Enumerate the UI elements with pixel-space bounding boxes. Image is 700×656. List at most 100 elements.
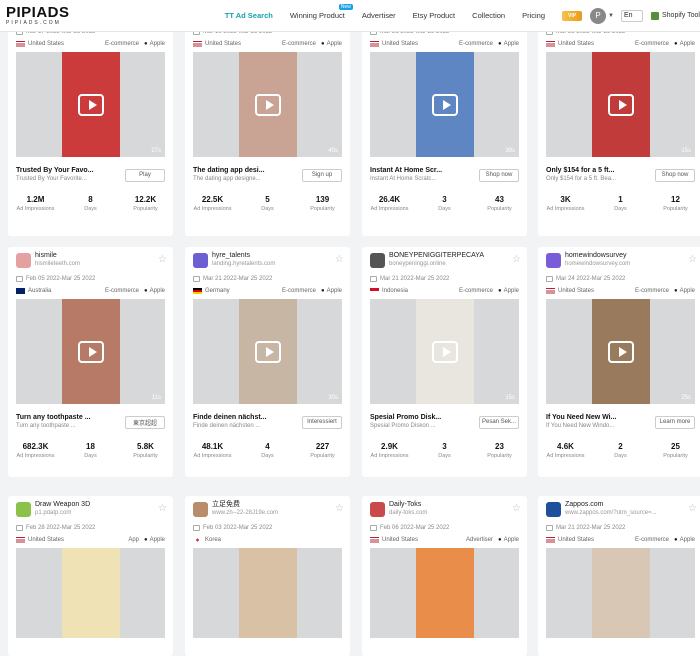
advertiser-header[interactable]: hismile hismileteeth.com ☆	[8, 247, 173, 273]
meta-row: United States E-commerce ● Apple	[538, 38, 700, 49]
nav-advertiser[interactable]: Advertiser	[362, 11, 396, 20]
stat-value: 3K	[560, 195, 571, 204]
advertiser-info: Draw Weapon 3D p1.pdatp.com	[35, 501, 135, 517]
platform-name: Apple	[149, 287, 165, 294]
user-avatar[interactable]: P	[590, 7, 607, 24]
apple-icon: ●	[144, 40, 148, 47]
ad-caption-row: The dating app desi... The dating app des…	[185, 157, 350, 187]
cta-button[interactable]: Shop now	[479, 168, 519, 182]
ad-card[interactable]: Mar 25 2022-Mar 25 2022 United States E-co…	[538, 6, 700, 236]
nav-etsy-product[interactable]: Etsy Product	[413, 11, 456, 20]
play-icon[interactable]	[254, 340, 281, 363]
ad-card[interactable]: hyre_talents landing.hyretalents.com ☆ Mar …	[185, 247, 350, 477]
shopify-bag-icon	[650, 11, 659, 20]
play-icon[interactable]	[77, 93, 104, 116]
meta-row: United States E-commerce ● Apple	[362, 38, 527, 49]
pipiads-logo[interactable]: PIPIADS PIPIADS.COM	[6, 5, 93, 26]
video-thumbnail[interactable]: 25s	[546, 299, 695, 404]
ad-card[interactable]: BONEYPENIGGITERPECAYA boneypeninggi.onlin…	[362, 247, 527, 477]
advertiser-header[interactable]: hyre_talents landing.hyretalents.com ☆	[185, 247, 350, 273]
shopify-tool-link[interactable]: Shopify Tool	[650, 11, 700, 20]
stat-popularity: 12.2K Popularity	[118, 195, 173, 223]
ad-card[interactable]: Draw Weapon 3D p1.pdatp.com ☆ Feb 28 2022-M…	[8, 496, 173, 656]
ad-card[interactable]: 立足免费 www.zh--22-28J19e.com ☆ Feb 03 2022-Ma…	[185, 496, 350, 656]
play-icon[interactable]	[254, 93, 281, 116]
ad-stats: 2.9K Ad Impressions 3 Days 23 Popularity	[362, 434, 527, 470]
favorite-star-icon[interactable]: ☆	[512, 254, 521, 265]
stat-popularity: 23 Popularity	[472, 442, 527, 470]
platform-name: Apple	[679, 40, 695, 47]
video-frame	[415, 548, 474, 638]
play-icon[interactable]	[77, 340, 104, 363]
video-thumbnail[interactable]: 15s	[370, 299, 519, 404]
favorite-star-icon[interactable]: ☆	[688, 254, 697, 265]
ad-card[interactable]: homewindowsurvey homewindowsurvey.com ☆ Mar…	[538, 247, 700, 477]
country-flag-icon	[370, 40, 379, 47]
advertiser-header[interactable]: homewindowsurvey homewindowsurvey.com ☆	[538, 247, 700, 273]
language-select[interactable]: En	[620, 9, 643, 22]
advertiser-domain: homewindowsurvey.com	[565, 261, 631, 267]
nav-tt-ad-search[interactable]: TT Ad Search	[225, 11, 273, 20]
apple-icon: ●	[321, 287, 325, 294]
favorite-star-icon[interactable]: ☆	[158, 503, 167, 514]
video-thumbnail[interactable]	[546, 548, 695, 638]
video-thumbnail[interactable]: 39s	[370, 52, 519, 157]
play-icon[interactable]	[431, 93, 458, 116]
favorite-star-icon[interactable]: ☆	[335, 503, 344, 514]
cta-button[interactable]: Learn more	[655, 415, 695, 429]
advertiser-header[interactable]: Zappos.com www.zappos.com/?utm_source=...…	[538, 496, 700, 522]
ad-card[interactable]: Mar 21 2022-Mar 25 2022 United States E-co…	[362, 6, 527, 236]
video-thumbnail[interactable]: 27s	[16, 52, 165, 157]
apple-icon: ●	[498, 287, 502, 294]
ad-card[interactable]: hismile hismileteeth.com ☆ Feb 05 2022-Mar …	[8, 247, 173, 477]
video-thumbnail[interactable]	[16, 548, 165, 638]
advertiser-header[interactable]: Draw Weapon 3D p1.pdatp.com ☆	[8, 496, 173, 522]
calendar-icon	[193, 525, 200, 531]
video-frame	[61, 548, 120, 638]
advertiser-info: BONEYPENIGGITERPECAYA boneypeninggi.onlin…	[389, 252, 489, 268]
cta-button[interactable]: Pesan Sek...	[479, 415, 519, 429]
nav-pricing[interactable]: Pricing	[522, 11, 545, 20]
ad-type: E-commerce	[635, 536, 670, 543]
advertiser-header[interactable]: 立足免费 www.zh--22-28J19e.com ☆	[185, 496, 350, 522]
apple-icon: ●	[144, 536, 148, 543]
nav-winning-product[interactable]: Winning Product New	[290, 4, 353, 20]
platform-name: Apple	[503, 536, 519, 543]
favorite-star-icon[interactable]: ☆	[688, 503, 697, 514]
video-thumbnail[interactable]	[193, 548, 342, 638]
date-range: Mar 21 2022-Mar 25 2022	[362, 273, 527, 285]
ad-caption-row: Only $154 for a 5 ft... Only $154 for a 5…	[538, 157, 700, 187]
advertiser-header[interactable]: Daily-Toks daily-toks.com ☆	[362, 496, 527, 522]
play-icon[interactable]	[431, 340, 458, 363]
favorite-star-icon[interactable]: ☆	[512, 503, 521, 514]
date-range: Feb 06 2022-Mar 25 2022	[362, 522, 527, 534]
stat-value: 5.8K	[137, 442, 154, 451]
ad-card[interactable]: Mar 17 2022-Mar 25 2022 United States E-co…	[8, 6, 173, 236]
cta-button[interactable]: Interessiert	[302, 415, 342, 429]
video-thumbnail[interactable]: 30s	[193, 299, 342, 404]
cta-button[interactable]: Shop now	[655, 168, 695, 182]
video-duration: 15s	[681, 148, 691, 154]
favorite-star-icon[interactable]: ☆	[158, 254, 167, 265]
video-thumbnail[interactable]: 11s	[16, 299, 165, 404]
stat-popularity: 25 Popularity	[648, 442, 700, 470]
meta-row: Germany E-commerce ● Apple	[185, 285, 350, 296]
advertiser-header[interactable]: BONEYPENIGGITERPECAYA boneypeninggi.onlin…	[362, 247, 527, 273]
ad-card[interactable]: Mar 16 2022-Mar 25 2022 United States E-co…	[185, 6, 350, 236]
video-thumbnail[interactable]: 15s	[546, 52, 695, 157]
video-thumbnail[interactable]: 40s	[193, 52, 342, 157]
ad-card[interactable]: Zappos.com www.zappos.com/?utm_source=...…	[538, 496, 700, 656]
date-range: Feb 28 2022-Mar 25 2022	[8, 522, 173, 534]
cta-button[interactable]: Play	[125, 168, 165, 182]
ad-card[interactable]: Daily-Toks daily-toks.com ☆ Feb 06 2022-Mar…	[362, 496, 527, 656]
cta-button[interactable]: 東京超超	[125, 415, 165, 429]
vip-badge[interactable]: VIP	[562, 10, 583, 21]
play-icon[interactable]	[607, 93, 634, 116]
nav-collection[interactable]: Collection	[472, 11, 505, 20]
favorite-star-icon[interactable]: ☆	[335, 254, 344, 265]
video-thumbnail[interactable]	[370, 548, 519, 638]
play-icon[interactable]	[607, 340, 634, 363]
stat-label: Popularity	[310, 206, 335, 212]
cta-button[interactable]: Sign up	[302, 168, 342, 182]
chevron-down-icon[interactable]: ▼	[608, 13, 614, 19]
